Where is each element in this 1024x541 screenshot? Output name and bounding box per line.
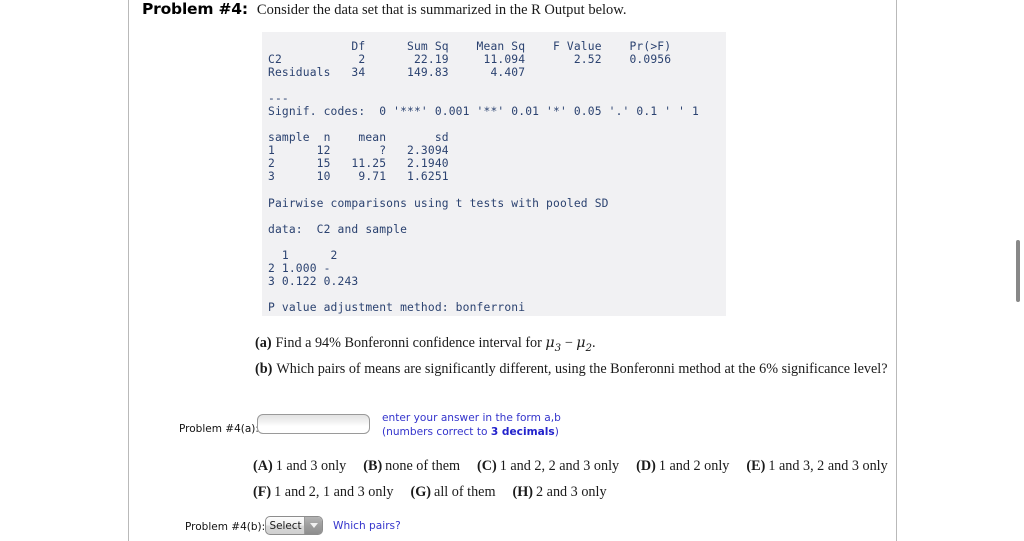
page-frame: Problem #4: Consider the data set that is… — [0, 0, 1024, 541]
choice-text: none of them — [385, 458, 461, 474]
choice-option-c[interactable]: (C) 1 and 2, 2 and 3 only — [477, 458, 619, 474]
part-a-minus: − — [561, 335, 577, 351]
choice-key: (E) — [746, 458, 766, 474]
choice-text: 1 and 2, 2 and 3 only — [499, 458, 620, 474]
choice-option-a[interactable]: (A) 1 and 3 only — [253, 458, 346, 474]
page-scrollbar-thumb[interactable] — [1016, 240, 1020, 302]
question-part-b: (b) Which pairs of means are significantl… — [255, 361, 888, 378]
choice-key: (F) — [253, 484, 272, 500]
answer-b-label: Problem #4(b): — [185, 521, 266, 533]
choice-option-f[interactable]: (F) 1 and 2, 1 and 3 only — [253, 484, 394, 500]
answer-a-hint-line-1: enter your answer in the form a,b — [382, 412, 561, 424]
question-part-a: (a) Find a 94% Bonferonni confidence inte… — [255, 335, 596, 354]
choice-option-b[interactable]: (B) none of them — [363, 458, 460, 474]
mu-glyph-3: μ — [545, 335, 555, 351]
part-a-text-after: . — [592, 335, 596, 351]
choice-text: 1 and 2 only — [658, 458, 730, 474]
choice-text: all of them — [434, 484, 496, 500]
choice-row-2: (F) 1 and 2, 1 and 3 only (G) all of them (H… — [253, 484, 607, 501]
answer-a-hint-line-2: (numbers correct to 3 decimals) — [382, 426, 559, 438]
choice-text: 1 and 2, 1 and 3 only — [274, 484, 394, 500]
choice-option-g[interactable]: (G) all of them — [411, 484, 496, 500]
answer-a-input[interactable] — [257, 414, 370, 434]
answer-b-select-value: Select — [269, 519, 302, 532]
r-output-text: Df Sum Sq Mean Sq F Value Pr(>F) C2 2 22… — [268, 40, 699, 314]
mu-symbol-3: μ3 — [545, 335, 561, 354]
choice-key: (D) — [636, 458, 656, 474]
part-a-text-before: Find a 94% Bonferonni confidence interva… — [275, 335, 546, 351]
choice-key: (H) — [512, 484, 534, 500]
r-output-panel: Df Sum Sq Mean Sq F Value Pr(>F) C2 2 22… — [262, 32, 726, 316]
mu-symbol-2: μ2 — [576, 335, 592, 354]
answer-a-label: Problem #4(a): — [179, 423, 259, 435]
hint-suffix: ) — [554, 426, 559, 438]
mu-glyph-2: μ — [576, 335, 586, 351]
part-b-text: Which pairs of means are significantly d… — [276, 361, 888, 377]
page-right-rule — [896, 0, 897, 541]
problem-prompt-text: Consider the data set that is summarized… — [256, 2, 627, 18]
choice-option-h[interactable]: (H) 2 and 3 only — [513, 484, 607, 500]
answer-b-select[interactable]: Select — [265, 516, 323, 535]
choice-key: (G) — [410, 484, 432, 500]
choice-key: (C) — [477, 458, 497, 474]
problem-number-label: Problem #4: — [142, 0, 248, 18]
choice-text: 1 and 3 only — [275, 458, 347, 474]
chevron-down-glyph — [309, 523, 318, 528]
choice-key: (B) — [363, 458, 383, 474]
problem-content: Problem #4: Consider the data set that is… — [128, 0, 896, 541]
page-title: Problem #4: Consider the data set that is… — [142, 0, 626, 19]
answer-row-b: Problem #4(b): Select Which pairs? — [128, 515, 896, 541]
part-a-tag: (a) — [255, 335, 272, 351]
hint-bold-decimals: 3 decimals — [490, 426, 555, 438]
choice-key: (A) — [253, 458, 273, 474]
choice-row-1: (A) 1 and 3 only (B) none of them (C) 1 and 2… — [253, 458, 888, 475]
choice-text: 1 and 3, 2 and 3 only — [768, 458, 888, 474]
hint-prefix: (numbers correct to — [382, 426, 491, 438]
answer-row-a: Problem #4(a): enter your answer in the … — [128, 408, 896, 448]
chevron-down-icon[interactable] — [304, 517, 322, 534]
which-pairs-link[interactable]: Which pairs? — [333, 520, 401, 532]
part-b-tag: (b) — [255, 361, 273, 377]
choice-text: 2 and 3 only — [536, 484, 607, 500]
choice-option-e[interactable]: (E) 1 and 3, 2 and 3 only — [746, 458, 887, 474]
page-scrollbar[interactable] — [1009, 0, 1024, 541]
choice-option-d[interactable]: (D) 1 and 2 only — [636, 458, 729, 474]
